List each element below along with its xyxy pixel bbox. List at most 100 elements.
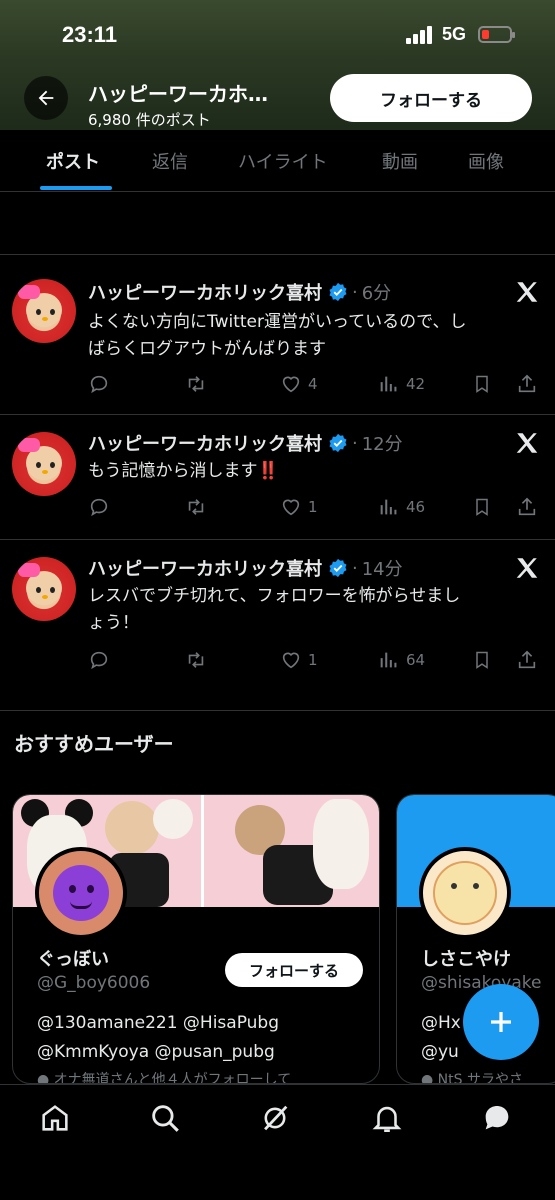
card-followed-by: ● オナ無道さんと他４人がフォローして <box>37 1069 291 1084</box>
bookmark-icon <box>476 498 488 516</box>
card-bio-line: @Hx <box>421 1013 461 1033</box>
views-icon <box>380 376 397 392</box>
status-bar: 23:11 5G <box>0 22 555 52</box>
like-count: 1 <box>308 498 318 516</box>
user-card[interactable]: ぐっぼい @G_boy6006 フォローする @130amane221 @His… <box>12 794 380 1084</box>
post-author[interactable]: ハッピーワーカホリック喜村 <box>88 279 322 305</box>
share-icon <box>518 650 536 669</box>
post-text-line: ばらくログアウトがんばります <box>88 339 326 359</box>
card-bio: @Hx @yu <box>421 1009 461 1067</box>
post-item[interactable]: ハッピーワーカホリック喜村 · 14分 レスバでブチ切れて、フォロワーを怖がらせま… <box>0 541 555 711</box>
people-icon: ● <box>37 1072 54 1084</box>
views-count: 46 <box>406 498 426 516</box>
post-actions: 4 42 <box>88 373 543 397</box>
avatar[interactable] <box>12 432 76 496</box>
post-text-line: よくない方向にTwitter運営がいっているので、し <box>88 312 467 332</box>
bottom-navigation <box>0 1084 555 1200</box>
people-icon: ● <box>421 1072 438 1084</box>
reply-button[interactable] <box>88 649 110 671</box>
card-bio-line: @KmmKyoya @pusan_pubg <box>37 1042 275 1062</box>
profile-tabs: ポスト 返信 ハイライト 動画 画像 <box>0 130 555 192</box>
views-button[interactable]: 46 <box>378 496 425 518</box>
views-count: 42 <box>406 375 426 393</box>
reply-button[interactable] <box>88 496 110 518</box>
active-tab-indicator <box>40 186 112 190</box>
follow-button[interactable]: フォローする <box>330 74 532 122</box>
bookmark-button[interactable] <box>472 496 492 518</box>
tab-videos[interactable]: 動画 <box>382 148 418 174</box>
notifications-icon[interactable] <box>370 1101 404 1135</box>
back-arrow-icon <box>38 90 54 106</box>
post-actions: 1 64 <box>88 649 543 673</box>
avatar[interactable] <box>12 557 76 621</box>
card-followed-by: ● NtS サラやさ <box>421 1069 523 1084</box>
avatar[interactable] <box>12 279 76 343</box>
share-icon <box>518 374 536 393</box>
post-time: 14分 <box>361 559 403 580</box>
post-header: ハッピーワーカホリック喜村 · 14分 <box>88 555 403 581</box>
views-button[interactable]: 64 <box>378 649 425 671</box>
post-header: ハッピーワーカホリック喜村 · 6分 <box>88 279 391 305</box>
bookmark-icon <box>476 651 488 669</box>
avatar[interactable] <box>35 847 127 939</box>
card-user-name[interactable]: ぐっぼい <box>37 945 109 971</box>
share-button[interactable] <box>516 649 538 671</box>
verified-badge-icon <box>329 282 347 302</box>
tab-highlights[interactable]: ハイライト <box>238 148 328 174</box>
like-button[interactable]: 4 <box>280 373 318 395</box>
views-button[interactable]: 42 <box>378 373 425 395</box>
card-bio-line: @130amane221 @HisaPubg <box>37 1013 280 1033</box>
post-text-line: レスバでブチ切れて、フォロワーを怖がらせまし <box>88 586 461 606</box>
compose-button[interactable] <box>463 984 539 1060</box>
profile-name: ハッピーワーカホ… <box>88 82 268 106</box>
post-author[interactable]: ハッピーワーカホリック喜村 <box>88 430 322 456</box>
repost-button[interactable] <box>184 496 208 518</box>
repost-button[interactable] <box>184 649 208 671</box>
like-count: 4 <box>308 375 318 393</box>
post-time: 6分 <box>361 283 392 304</box>
bookmark-button[interactable] <box>472 649 492 671</box>
network-label: 5G <box>442 24 467 44</box>
tab-images[interactable]: 画像 <box>468 148 504 174</box>
post-time: 12分 <box>361 434 403 455</box>
reply-button[interactable] <box>88 373 110 395</box>
bookmark-button[interactable] <box>472 373 492 395</box>
card-follow-button[interactable]: フォローする <box>225 953 363 987</box>
views-icon <box>380 652 397 668</box>
card-followed-by-text: NtS サラやさ <box>437 1072 523 1084</box>
post-header: ハッピーワーカホリック喜村 · 12分 <box>88 430 403 456</box>
reply-icon <box>90 498 108 517</box>
reply-icon <box>90 651 108 670</box>
views-icon <box>380 499 397 515</box>
card-bio: @130amane221 @HisaPubg @KmmKyoya @pusan_… <box>37 1009 279 1067</box>
like-icon <box>282 376 300 393</box>
tab-posts[interactable]: ポスト <box>46 148 100 174</box>
search-icon[interactable] <box>148 1101 182 1135</box>
like-button[interactable]: 1 <box>280 649 318 671</box>
compose-icon <box>491 1012 511 1032</box>
post-actions: 1 46 <box>88 496 543 520</box>
bookmark-icon <box>476 375 488 393</box>
verified-badge-icon <box>329 433 347 453</box>
home-icon[interactable] <box>38 1101 72 1135</box>
share-button[interactable] <box>516 496 538 518</box>
back-button[interactable] <box>24 76 68 120</box>
post-item[interactable]: ハッピーワーカホリック喜村 · 6分 よくない方向にTwitter運営がいっている… <box>0 255 555 415</box>
messages-icon[interactable] <box>480 1101 514 1135</box>
share-icon <box>518 497 536 516</box>
post-item[interactable]: ハッピーワーカホリック喜村 · 12分 もう記憶から消します‼️ 1 46 <box>0 416 555 540</box>
like-button[interactable]: 1 <box>280 496 318 518</box>
repost-button[interactable] <box>184 373 208 395</box>
card-user-name[interactable]: しさこやけ <box>421 945 511 971</box>
grok-icon[interactable] <box>258 1101 292 1135</box>
avatar[interactable] <box>419 847 511 939</box>
card-bio-line: @yu <box>421 1042 459 1062</box>
post-count: 6,980 件のポスト <box>88 111 211 129</box>
repost-icon <box>188 376 204 392</box>
profile-header: 23:11 5G ハッピーワーカホ… 6,980 件のポスト フォローする <box>0 0 555 130</box>
x-logo-icon <box>516 433 538 453</box>
battery-icon <box>478 26 515 43</box>
post-author[interactable]: ハッピーワーカホリック喜村 <box>88 555 322 581</box>
tab-replies[interactable]: 返信 <box>152 148 188 174</box>
share-button[interactable] <box>516 373 538 395</box>
